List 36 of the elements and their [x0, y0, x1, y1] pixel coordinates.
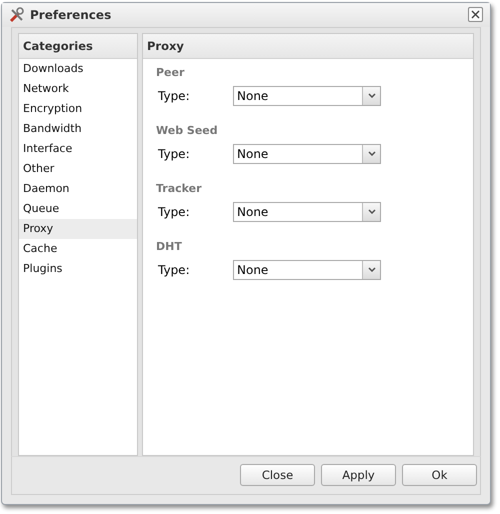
section-title: Web Seed — [156, 124, 219, 137]
tools-icon — [9, 6, 25, 23]
sidebar-item[interactable]: Cache — [19, 238, 137, 259]
section-title: DHT — [156, 240, 183, 253]
sidebar-item[interactable]: Queue — [19, 198, 137, 219]
field-label: Type: — [158, 204, 191, 219]
type-dropdown[interactable]: None — [233, 202, 381, 222]
type-dropdown[interactable]: None — [233, 144, 381, 164]
caret-icon — [368, 267, 376, 272]
caret-icon — [368, 209, 376, 214]
sidebar-item[interactable]: Encryption — [19, 98, 137, 119]
field-label: Type: — [158, 88, 191, 103]
sidebar-item[interactable]: Network — [19, 78, 137, 99]
window-title: Preferences — [30, 8, 112, 22]
sidebar-item[interactable]: Interface — [19, 138, 137, 159]
close-icon — [471, 10, 480, 20]
sidebar-item[interactable]: Bandwidth — [19, 118, 137, 139]
section-title: Peer — [156, 66, 186, 79]
field-label: Type: — [158, 146, 191, 161]
close-button[interactable] — [468, 7, 483, 22]
sidebar-item[interactable]: Downloads — [19, 58, 137, 79]
sidebar-item[interactable]: Daemon — [19, 178, 137, 199]
sidebar-header: Categories — [19, 34, 137, 59]
sidebar-item[interactable]: Plugins — [19, 258, 137, 279]
field-label: Type: — [158, 262, 191, 277]
caret-icon — [368, 151, 376, 156]
type-dropdown[interactable]: None — [233, 260, 381, 280]
sidebar-item[interactable]: Other — [19, 158, 137, 179]
type-dropdown[interactable]: None — [233, 86, 381, 106]
section-title: Tracker — [156, 182, 203, 195]
dialog-button[interactable]: Ok — [402, 464, 477, 486]
caret-icon — [368, 93, 376, 98]
sidebar-item[interactable]: Proxy — [19, 218, 137, 239]
dialog-button[interactable]: Apply — [321, 464, 396, 486]
dialog-button[interactable]: Close — [240, 464, 315, 486]
panel-header: Proxy — [143, 34, 473, 59]
